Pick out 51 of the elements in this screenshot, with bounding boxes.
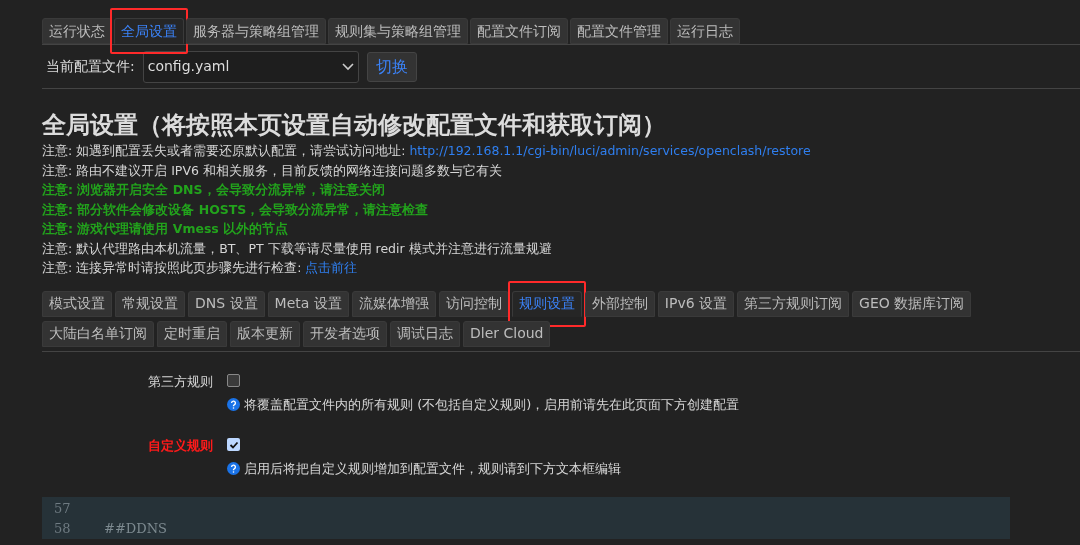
tab[interactable]: 配置文件订阅 xyxy=(470,18,568,44)
page-heading: 全局设置（将按照本页设置自动修改配置文件和获取订阅） xyxy=(42,110,667,141)
tab[interactable]: DNS 设置 xyxy=(188,290,265,317)
tab[interactable]: 版本更新 xyxy=(230,320,300,347)
tab[interactable]: 流媒体增强 xyxy=(351,290,436,317)
tab[interactable]: IPv6 设置 xyxy=(657,290,735,317)
tab[interactable]: Dler Cloud xyxy=(463,320,551,347)
chevron-down-icon xyxy=(341,62,354,71)
code-line: ##DDNS xyxy=(104,519,167,538)
note-text: 注意: 连接异常时请按照此页步骤先进行检查: xyxy=(42,259,302,277)
help-icon xyxy=(227,397,240,411)
tab[interactable]: 第三方规则订阅 xyxy=(737,290,850,317)
help-text: 启用后将把自定义规则增加到配置文件，规则请到下方文本框编辑 xyxy=(244,460,621,478)
tab[interactable]: 全局设置 xyxy=(114,18,184,44)
config-select[interactable]: config.yaml xyxy=(142,50,359,83)
note-text: 注意: 浏览器开启安全 DNS，会导致分流异常，请注意关闭 xyxy=(42,181,385,199)
tab[interactable]: 服务器与策略组管理 xyxy=(186,18,326,44)
config-label: 当前配置文件: xyxy=(46,57,135,76)
help-text: 将覆盖配置文件内的所有规则 (不包括自定义规则)，启用前请先在此页面下方创建配置 xyxy=(244,395,740,414)
note-link[interactable]: http://192.168.1.1/cgi-bin/luci/admin/services/openclash/restore xyxy=(409,141,811,161)
note-text: 注意: 部分软件会修改设备 HOSTS，会导致分流异常，请注意检查 xyxy=(42,200,429,219)
tab[interactable]: 定时重启 xyxy=(157,320,227,347)
tab[interactable]: 配置文件管理 xyxy=(570,18,668,44)
note-text: 注意: 默认代理路由本机流量，BT、PT 下载等请尽量使用 redir 模式并注意进行流量规避 xyxy=(42,239,552,258)
note-text: 注意: 游戏代理请使用 Vmess 以外的节点 xyxy=(42,220,289,238)
check-icon xyxy=(228,439,239,450)
checkbox[interactable] xyxy=(227,438,240,451)
tab[interactable]: 运行日志 xyxy=(670,18,740,44)
help-icon xyxy=(227,462,240,476)
tab[interactable]: 规则集与策略组管理 xyxy=(328,18,468,44)
line-number: 58 xyxy=(53,519,72,538)
tab[interactable]: 模式设置 xyxy=(42,290,112,317)
tab[interactable]: 访问控制 xyxy=(438,290,509,317)
note-link[interactable]: 点击前往 xyxy=(305,258,358,278)
tab[interactable]: 开发者选项 xyxy=(303,320,387,347)
code-editor[interactable]: 57 58 ##DDNS xyxy=(42,496,1010,539)
tab[interactable]: 规则设置 xyxy=(511,290,582,317)
tab[interactable]: 外部控制 xyxy=(584,290,655,317)
tab[interactable]: 调试日志 xyxy=(390,320,460,347)
tab[interactable]: 常规设置 xyxy=(115,290,185,317)
option-label: 自定义规则 xyxy=(147,437,214,455)
tab[interactable]: Meta 设置 xyxy=(267,290,349,317)
note-text: 注意: 如遇到配置丢失或者需要还原默认配置，请尝试访问地址: xyxy=(42,142,406,160)
switch-button[interactable]: 切换 xyxy=(366,51,417,82)
tab[interactable]: 运行状态 xyxy=(42,18,112,44)
note-text: 注意: 路由不建议开启 IPV6 和相关服务，目前反馈的网络连接问题多数与它有关 xyxy=(42,161,502,180)
tab[interactable]: 大陆白名单订阅 xyxy=(42,320,154,347)
line-number: 57 xyxy=(53,499,72,518)
option-label: 第三方规则 xyxy=(147,372,214,391)
tab[interactable]: GEO 数据库订阅 xyxy=(852,290,972,317)
checkbox[interactable] xyxy=(227,373,240,387)
